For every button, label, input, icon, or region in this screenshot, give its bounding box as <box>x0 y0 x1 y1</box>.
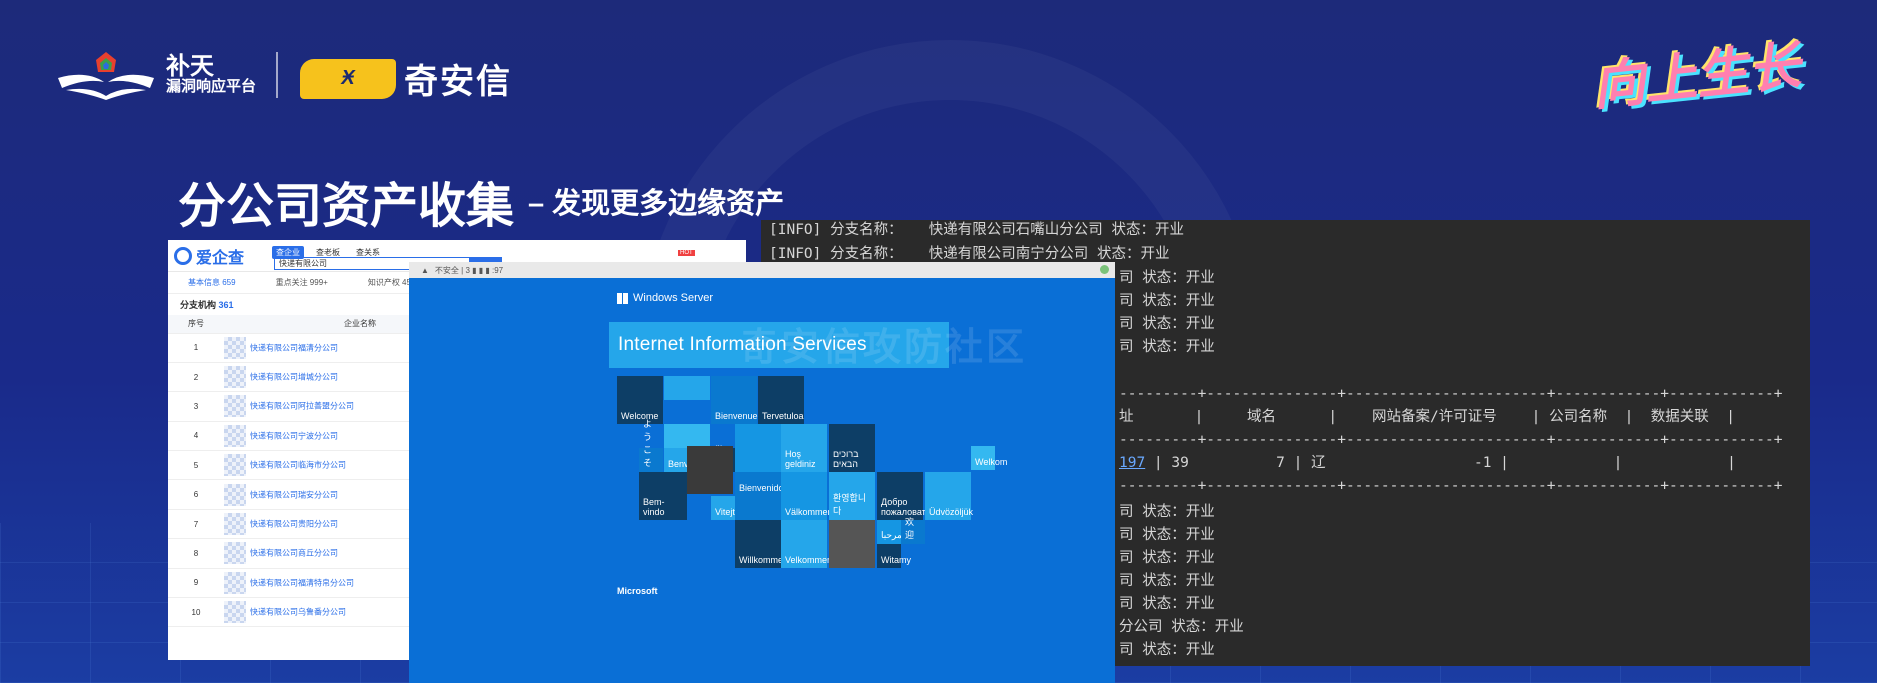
butian-logo: 补天 漏洞响应平台 <box>56 48 256 100</box>
company-logo <box>224 454 246 477</box>
terminal-line-text: 分公司 状态：开业 <box>1119 619 1244 635</box>
company-logo <box>224 336 246 359</box>
tile-arabic: مرحبا <box>877 520 902 544</box>
tab-key-focus[interactable]: 重点关注 999+ <box>276 277 328 288</box>
profile-icon[interactable] <box>1100 265 1109 274</box>
row-index: 8 <box>168 538 224 569</box>
company-link[interactable]: 快递有限公司瑞安分公司 <box>250 490 338 499</box>
terminal-line-text: 司 状态：开业 <box>1119 573 1215 589</box>
row-index: 2 <box>168 362 224 393</box>
tile-tervetuloa: Tervetuloa <box>758 376 804 424</box>
company-link[interactable]: 快递有限公司临海市分公司 <box>250 461 346 470</box>
tile-blank <box>664 376 710 400</box>
company-logo <box>224 424 246 447</box>
company-link[interactable]: 快递有限公司增城分公司 <box>250 373 338 382</box>
terminal-line-text: 司 状态：开业 <box>1119 316 1215 332</box>
tile-korean: 환영합니다 <box>829 472 875 520</box>
table-separator: ---------+---------------+--------------… <box>1119 432 1783 448</box>
logo-divider <box>276 52 278 98</box>
row-index: 1 <box>168 333 224 363</box>
terminal-line-text: 司 状态：开业 <box>1119 504 1215 520</box>
company-link[interactable]: 快递有限公司福清特帛分公司 <box>250 578 354 587</box>
hot-badge: HOT <box>678 250 695 256</box>
col-index: 序号 <box>168 315 224 334</box>
company-link[interactable]: 快递有限公司宁波分公司 <box>250 431 338 440</box>
company-link[interactable]: 快递有限公司乌鲁番分公司 <box>250 608 346 617</box>
terminal-line-text: 司 状态：开业 <box>1119 596 1215 612</box>
tile-hos-geldiniz: Hoş geldiniz <box>781 424 827 472</box>
tile-vitejte: Vitejte <box>711 496 740 520</box>
terminal-line-text: 司 状态：开业 <box>1119 550 1215 566</box>
ip-link[interactable]: 197 <box>1119 455 1145 471</box>
company-link[interactable]: 快递有限公司商丘分公司 <box>250 549 338 558</box>
qianxin-badge: Ӿ <box>300 58 396 99</box>
tile-dobro: Добро пожаловать <box>877 472 930 520</box>
terminal-line-text: [INFO] 分支名称： 快递有限公司石嘴山分公司 状态：开业 <box>769 222 1185 238</box>
tile-udvozoljuk: Üdvözöljük <box>925 472 973 520</box>
terminal-line-text: 司 状态：开业 <box>1119 642 1215 658</box>
company-logo <box>224 513 246 536</box>
tile-blank <box>829 520 875 568</box>
company-link[interactable]: 快递有限公司阿拉善盟分公司 <box>250 402 354 411</box>
row-index: 6 <box>168 479 224 510</box>
row-index: 5 <box>168 450 224 481</box>
table-separator: ---------+---------------+--------------… <box>1119 386 1783 402</box>
butian-name: 补天 <box>166 52 214 80</box>
microsoft-label: Microsoft <box>617 586 658 596</box>
slide-title: 分公司资产收集 <box>178 180 515 233</box>
growth-logo: 向上生长 <box>1590 37 1804 117</box>
terminal-line-text: 司 状态：开业 <box>1119 339 1215 355</box>
branch-count: 361 <box>218 300 234 310</box>
company-logo <box>224 395 246 418</box>
table-data-row: 197 | 39 7 | 辽 -1 | | | <box>1119 455 1736 471</box>
tile-youkoso: ようこそ <box>639 419 663 472</box>
tile-valkommen: Välkommen <box>781 472 833 520</box>
terminal-line-text: 司 状态：开业 <box>1119 293 1215 309</box>
butian-tagline: 漏洞响应平台 <box>166 77 257 95</box>
butian-wing-icon <box>58 52 154 100</box>
tile-hebrew: ברוכים הבאים <box>829 424 875 472</box>
tile-blank <box>687 446 733 494</box>
tile-huanying2: 欢迎 <box>901 517 925 544</box>
tab-basic-info[interactable]: 基本信息 659 <box>188 277 236 288</box>
table-header-row: 址 | 域名 | 网站备案/许可证号 | 公司名称 | 数据关联 | <box>1119 409 1735 425</box>
company-logo <box>224 366 246 389</box>
tile-welkom: Welkom <box>971 446 1007 470</box>
terminal-line-text: 司 状态：开业 <box>1119 270 1215 286</box>
terminal-line-text: [INFO] 分支名称： 快递有限公司南宁分公司 状态：开业 <box>769 246 1170 262</box>
warning-icon: ▲ <box>421 265 429 275</box>
tile-blank <box>735 424 781 472</box>
tile-bienvenido: Bienvenido <box>735 472 784 496</box>
company-logo <box>224 601 246 624</box>
tile-bienvenue: Bienvenue <box>711 376 758 424</box>
address-bar[interactable]: ▲ 不安全 | 3 ▮ ▮ ▮ :97 <box>409 262 1115 278</box>
windows-server-logo: Windows Server <box>617 292 713 304</box>
company-link[interactable]: 快递有限公司福清分公司 <box>250 343 338 352</box>
row-index: 3 <box>168 391 224 422</box>
tab-ip[interactable]: 知识产权 45 <box>368 277 411 288</box>
company-logo <box>224 483 246 506</box>
watermark: 奇安信攻防社区 <box>740 327 1028 369</box>
terminal-line-text: 司 状态：开业 <box>1119 527 1215 543</box>
tile-blank <box>664 424 710 448</box>
tile-bem-vindo: Bem-vindo <box>639 472 687 520</box>
row-index: 4 <box>168 421 224 452</box>
company-logo <box>224 542 246 565</box>
row-index: 9 <box>168 568 224 599</box>
qianxin-logo: Ӿ 奇安信 <box>300 54 512 103</box>
table-separator: ---------+---------------+--------------… <box>1119 478 1783 494</box>
row-index: 7 <box>168 509 224 540</box>
tile-witamy: Witamy <box>877 544 911 568</box>
slide-subtitle: – 发现更多边缘资产 <box>528 188 785 220</box>
tile-willkommen: Willkommen <box>735 520 788 568</box>
company-logo <box>224 571 246 594</box>
windows-icon <box>617 292 628 304</box>
aiqicha-logo: 爱企查 <box>174 244 274 268</box>
tile-velkommen: Velkommen <box>781 520 832 568</box>
company-link[interactable]: 快递有限公司贵阳分公司 <box>250 520 338 529</box>
aiqicha-ring-icon <box>174 246 192 265</box>
row-index: 10 <box>168 597 224 628</box>
qianxin-name: 奇安信 <box>404 63 512 101</box>
